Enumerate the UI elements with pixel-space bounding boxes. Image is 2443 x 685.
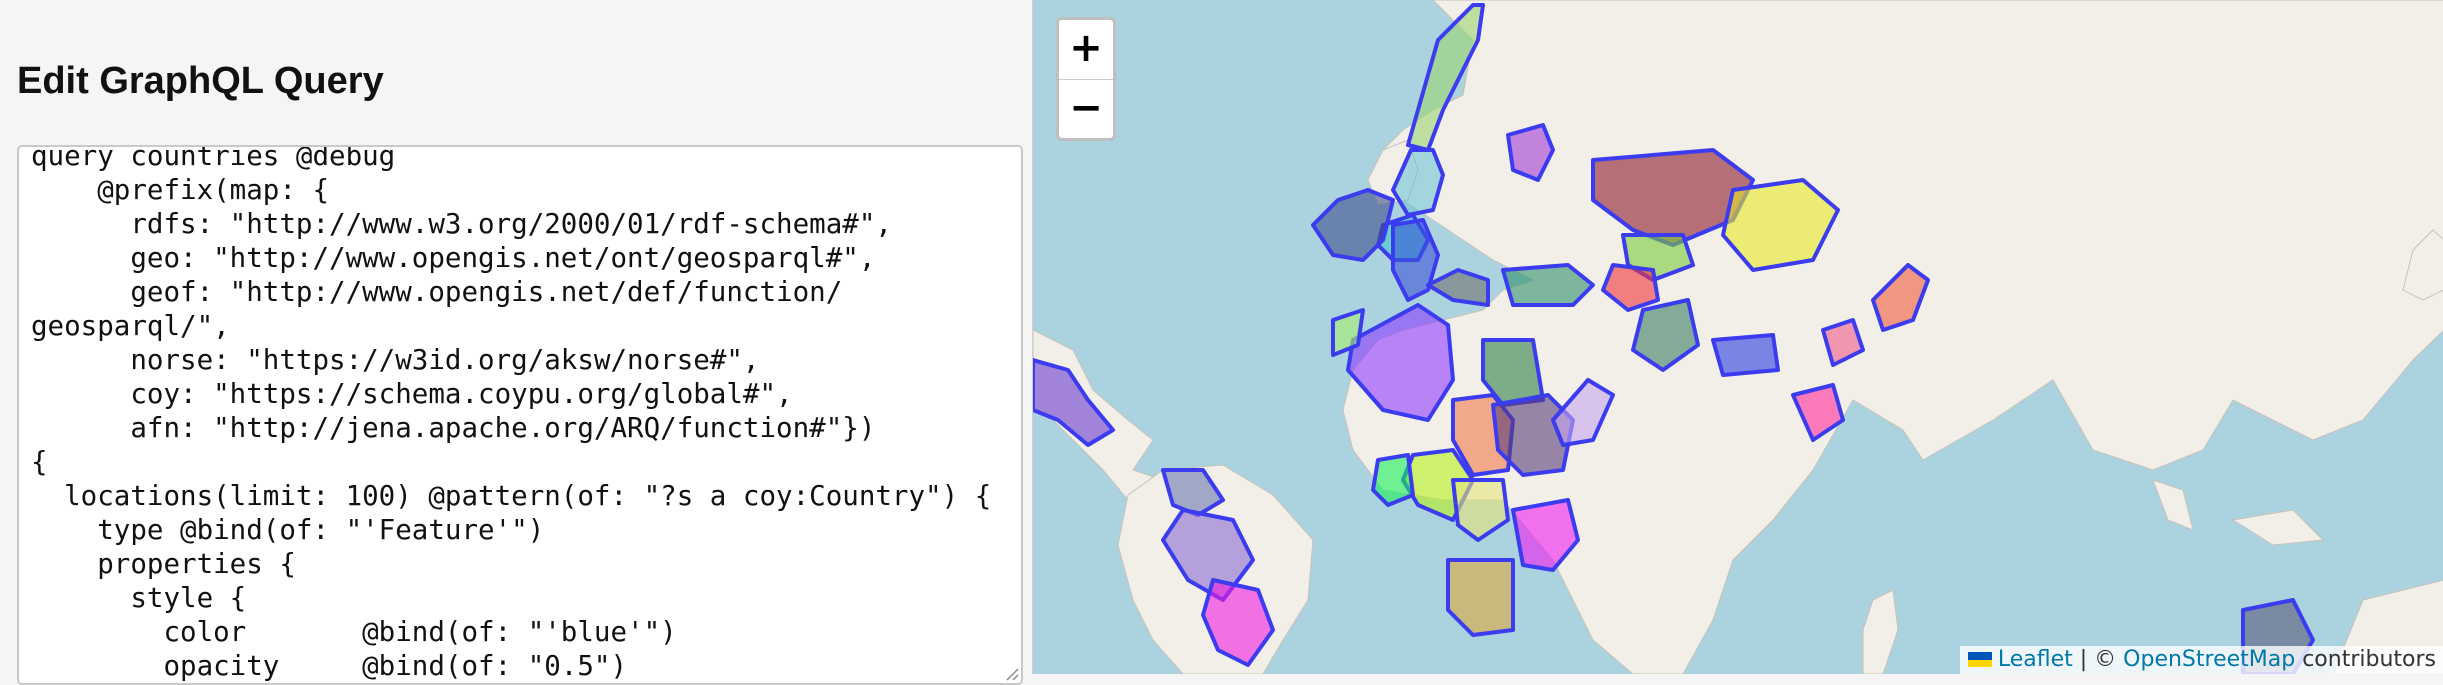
ukraine-flag-icon — [1967, 652, 1992, 667]
query-text[interactable]: query countries @debug @prefix(map: { rd… — [19, 147, 991, 683]
attribution-separator: | © — [2072, 647, 2124, 672]
page-title: Edit GraphQL Query — [17, 60, 384, 102]
zoom-control: + − — [1056, 17, 1116, 141]
query-editor[interactable]: query countries @debug @prefix(map: { rd… — [17, 145, 1023, 685]
map-view[interactable]: + − Leaflet | © OpenStreetMap contributo… — [1032, 0, 2443, 674]
leaflet-link[interactable]: Leaflet — [1998, 647, 2073, 672]
map-tiles[interactable] — [1033, 0, 2443, 674]
zoom-in-button[interactable]: + — [1059, 20, 1113, 80]
attribution-suffix: contributors — [2295, 647, 2436, 672]
query-editor-panel: Edit GraphQL Query query countries @debu… — [0, 0, 1032, 685]
resize-handle-icon[interactable] — [1003, 665, 1019, 681]
openstreetmap-link[interactable]: OpenStreetMap — [2123, 647, 2295, 672]
zoom-out-button[interactable]: − — [1059, 80, 1113, 138]
map-attribution: Leaflet | © OpenStreetMap contributors — [1959, 646, 2443, 674]
